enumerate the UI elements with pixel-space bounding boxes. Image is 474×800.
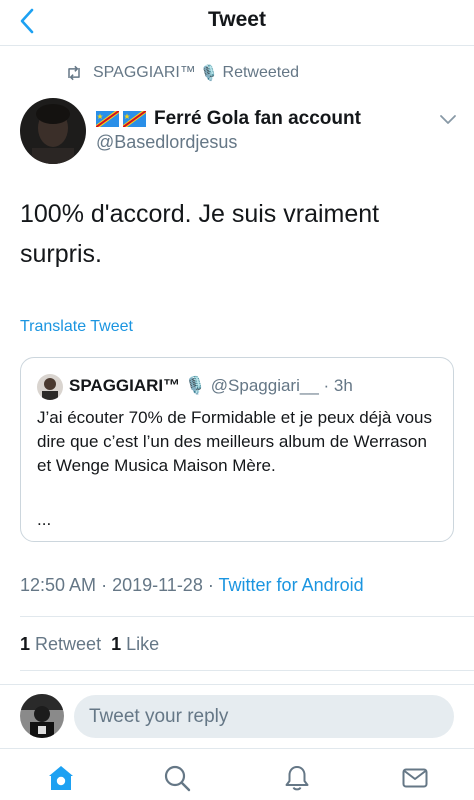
flag-icon [123,111,146,127]
author-handle[interactable]: @Basedlordjesus [96,132,237,153]
engagement-stats: 1 Retweet 1 Like [20,634,159,655]
retweeted-label: Retweeted [222,64,300,81]
notifications-icon [285,766,309,791]
current-user-avatar [20,694,64,738]
author-display-name[interactable]: Ferré Gola fan account [96,108,361,130]
top-bar: Tweet [0,0,474,46]
like-label: Like [126,634,160,654]
tab-messages[interactable] [400,763,430,793]
quoted-tweet-text: J’ai écouter 70% de Formidable et je peu… [37,408,433,475]
home-icon [49,766,73,790]
like-count: 1 [111,634,122,654]
messages-icon [402,768,428,788]
divider [20,670,474,671]
quoted-tweet-ellipsis: ... [37,510,52,529]
tweet-date: 2019-11-28 [112,575,203,595]
author-avatar[interactable] [20,98,86,164]
retweet-label: Retweet [35,634,102,654]
retweet-icon [68,65,80,81]
quoted-tweet-header: SPAGGIARI™ 🎙️ @Spaggiari__ · 3h [69,376,353,396]
author-name-text: Ferré Gola fan account [154,108,361,129]
tweet-metadata: 12:50 AM · 2019-11-28 · Twitter for Andr… [20,575,364,596]
microphone-icon: 🎙️ [199,65,219,82]
search-icon [164,765,191,792]
tab-notifications[interactable] [282,763,312,793]
quoted-author-handle: @Spaggiari__ [210,376,319,395]
retweet-count: 1 [20,634,31,654]
bottom-tab-bar [0,748,474,800]
dot-separator: · [323,376,330,395]
reply-input[interactable] [74,695,454,738]
tweet-text: 100% d'accord. Je suis vraiment surpris. [20,200,380,268]
flag-icon [96,111,119,127]
dot-separator: · [207,575,214,595]
tweet-source-link[interactable]: Twitter for Android [219,575,364,595]
quoted-author-avatar [37,374,63,400]
microphone-icon: 🎙️ [184,376,207,395]
tab-search[interactable] [162,763,192,793]
caret-down-icon[interactable] [439,112,457,126]
likes-stat[interactable]: 1 Like [111,634,159,654]
page-title: Tweet [208,8,266,31]
tweet-time: 12:50 AM [20,575,97,595]
divider [20,616,474,617]
divider [0,684,474,685]
tab-home[interactable] [46,763,76,793]
retweet-context[interactable]: SPAGGIARI™ 🎙️ Retweeted [64,62,299,84]
quoted-tweet-card[interactable]: SPAGGIARI™ 🎙️ @Spaggiari__ · 3h J’ai éco… [20,357,454,542]
dot-separator: · [101,575,108,595]
quoted-author-name: SPAGGIARI™ [69,376,181,395]
retweeter-name: SPAGGIARI™ [93,64,196,81]
translate-tweet-link[interactable]: Translate Tweet [20,318,133,336]
retweets-stat[interactable]: 1 Retweet [20,634,101,654]
quoted-tweet-age: 3h [333,376,353,395]
